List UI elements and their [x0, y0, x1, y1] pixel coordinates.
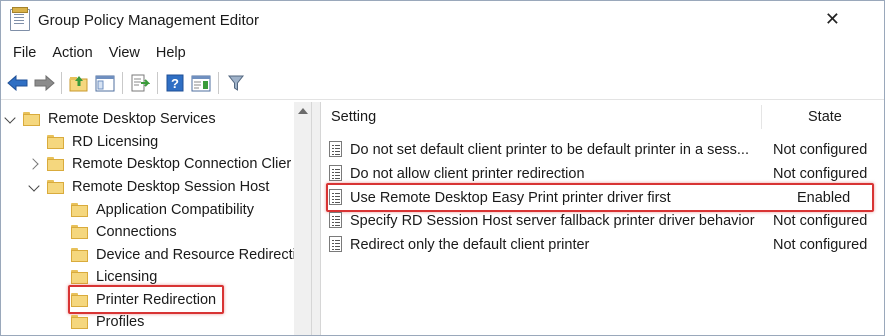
tree-item-application-compatibility[interactable]: Application Compatibility	[71, 199, 254, 221]
expand-chevron-icon[interactable]	[29, 181, 41, 193]
folder-icon	[47, 157, 65, 171]
column-header-setting[interactable]: Setting	[331, 109, 376, 125]
folder-icon	[71, 315, 89, 329]
toolbar-separator	[122, 72, 123, 94]
menu-bar: File Action View Help	[1, 39, 884, 67]
toolbar-separator	[61, 72, 62, 94]
tree-pane: Remote Desktop Services RD Licensing Rem…	[1, 102, 312, 335]
scroll-up-arrow-icon[interactable]	[298, 108, 308, 114]
up-folder-icon[interactable]	[67, 71, 91, 95]
menu-view[interactable]: View	[101, 45, 148, 61]
window-title: Group Policy Management Editor	[38, 11, 259, 29]
tree-item-label: Device and Resource Redirecti	[96, 247, 296, 263]
expand-chevron-icon[interactable]	[5, 113, 17, 125]
panes: Remote Desktop Services RD Licensing Rem…	[1, 102, 884, 335]
easy-print-highlight	[326, 183, 874, 212]
forward-icon[interactable]	[32, 71, 56, 95]
toolbar-separator	[218, 72, 219, 94]
setting-name: Specify RD Session Host server fallback …	[350, 212, 755, 229]
toolbar-separator	[157, 72, 158, 94]
svg-text:?: ?	[171, 76, 179, 91]
tree-item-rd-connection-client[interactable]: Remote Desktop Connection Clier	[29, 153, 291, 175]
gpme-window: Group Policy Management Editor ✕ File Ac…	[0, 0, 885, 336]
tree-item-profiles[interactable]: Profiles	[71, 311, 144, 333]
tree-item-label: Profiles	[96, 314, 145, 330]
list-row[interactable]: Do not set default client printer to be …	[321, 138, 884, 161]
properties-icon[interactable]	[189, 71, 213, 95]
menu-help[interactable]: Help	[148, 45, 194, 61]
setting-state: Not configured	[773, 236, 868, 253]
toolbar: ?	[1, 67, 884, 100]
setting-name: Do not set default client printer to be …	[350, 141, 749, 158]
close-button[interactable]: ✕	[825, 10, 840, 28]
tree-item-remote-desktop-services[interactable]: Remote Desktop Services	[5, 108, 216, 130]
folder-icon	[71, 225, 89, 239]
show-tree-icon[interactable]	[93, 71, 117, 95]
tree-item-label: Application Compatibility	[96, 202, 254, 218]
setting-state: Not configured	[773, 165, 868, 182]
policy-setting-icon	[329, 212, 342, 228]
tree-item-device-resource-redirection[interactable]: Device and Resource Redirecti	[71, 244, 296, 266]
export-list-icon[interactable]	[128, 71, 152, 95]
filter-icon[interactable]	[224, 71, 248, 95]
policy-setting-icon	[329, 165, 342, 181]
list-header: Setting State	[321, 102, 884, 131]
folder-icon	[71, 270, 89, 284]
title-bar: Group Policy Management Editor ✕	[1, 1, 884, 39]
list-row[interactable]: Specify RD Session Host server fallback …	[321, 209, 884, 232]
setting-state: Not configured	[773, 212, 868, 229]
tree-item-rd-session-host[interactable]: Remote Desktop Session Host	[29, 176, 269, 198]
tree-item-label: Connections	[96, 224, 177, 240]
collapse-chevron-icon[interactable]	[29, 158, 41, 170]
folder-icon	[47, 135, 65, 149]
folder-icon	[23, 112, 41, 126]
tree-item-label: Remote Desktop Session Host	[72, 179, 270, 195]
back-icon[interactable]	[6, 71, 30, 95]
pane-splitter[interactable]	[312, 102, 321, 335]
list-row[interactable]: Redirect only the default client printer…	[321, 233, 884, 256]
tree-item-rd-licensing[interactable]: RD Licensing	[29, 131, 158, 153]
menu-action[interactable]: Action	[44, 45, 100, 61]
folder-icon	[47, 180, 65, 194]
menu-file[interactable]: File	[5, 45, 44, 61]
tree-item-label: Licensing	[96, 269, 158, 285]
policy-setting-icon	[329, 236, 342, 252]
setting-state: Not configured	[773, 141, 868, 158]
tree-item-label: Remote Desktop Connection Clier	[72, 156, 292, 172]
column-divider[interactable]	[761, 105, 762, 129]
policy-setting-icon	[329, 141, 342, 157]
folder-icon	[71, 203, 89, 217]
setting-name: Do not allow client printer redirection	[350, 165, 585, 182]
help-icon[interactable]: ?	[163, 71, 187, 95]
column-header-state[interactable]: State	[808, 109, 842, 125]
tree-item-label: Remote Desktop Services	[48, 111, 216, 127]
settings-list-pane: Setting State Do not set default client …	[321, 102, 884, 335]
setting-name: Redirect only the default client printer	[350, 236, 590, 253]
tree-item-connections[interactable]: Connections	[71, 221, 177, 243]
folder-icon	[71, 248, 89, 262]
tree-item-label: RD Licensing	[72, 134, 159, 150]
group-policy-icon	[10, 7, 30, 31]
tree-scrollbar[interactable]	[294, 102, 311, 335]
list-row[interactable]: Do not allow client printer redirection …	[321, 162, 884, 185]
printer-redirection-highlight	[68, 285, 224, 314]
